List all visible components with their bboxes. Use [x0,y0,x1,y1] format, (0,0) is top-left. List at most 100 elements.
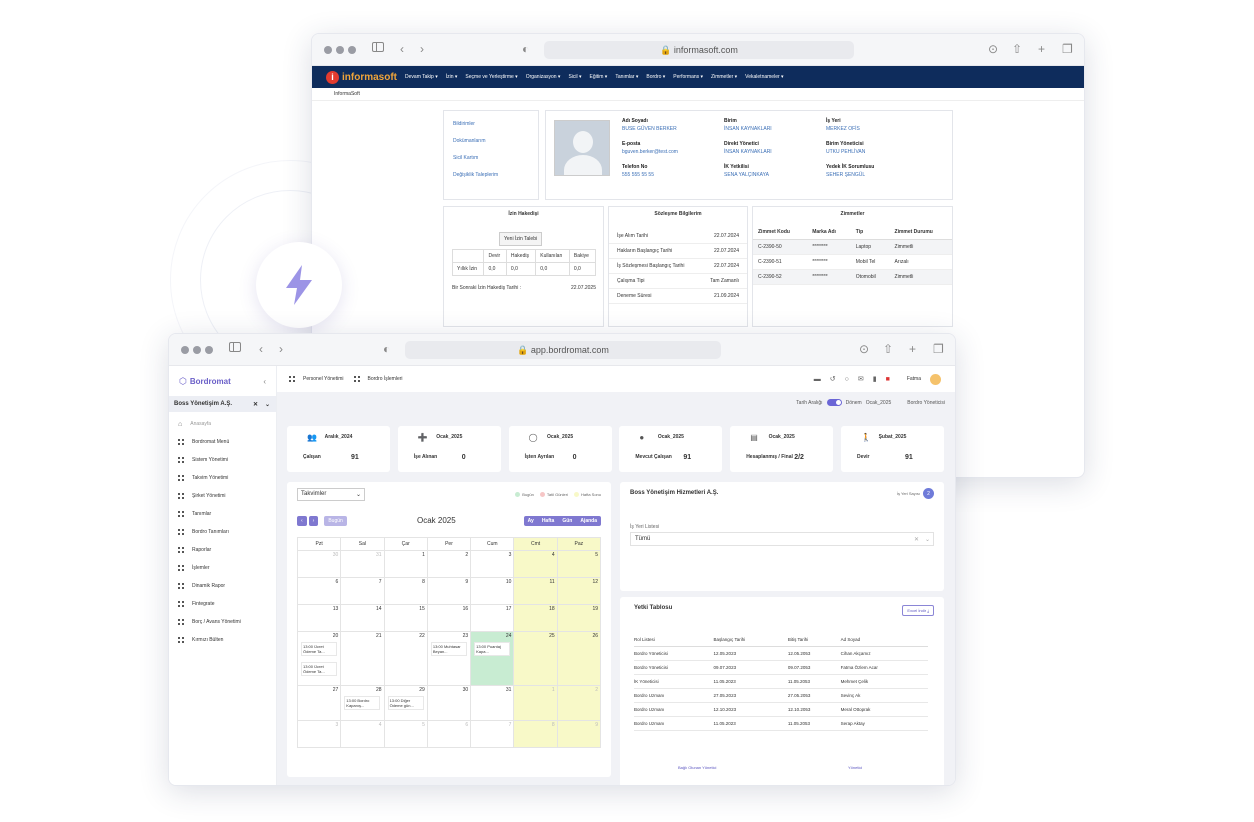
calendar-event[interactable]: 13:00 Ücret Ödeme Ta... [301,642,337,656]
stat-card[interactable]: ▤ Ocak_2025 Hesaplanmış / Final 2/2 [730,426,834,472]
calendar-event[interactable]: 13:00 Bordro Kapanış... [344,696,381,710]
calendar-day[interactable]: 7 [340,577,385,605]
sidebar-item[interactable]: İşlemler [169,559,276,577]
informasoft-logo[interactable]: i informasoft [326,70,397,84]
nav-item[interactable]: Devam Takip ▾ [405,74,438,80]
table-row[interactable]: İK Yöneticisi 11.05.2023 11.05.2053 Mehmet … [634,674,928,689]
table-row[interactable]: Bordro Yöneticisi 12.05.2023 12.05.2053 Cih… [634,646,928,661]
calendar-day[interactable]: 2 [426,550,472,578]
calendar-day[interactable]: 8 [383,577,428,605]
nav-item[interactable]: Sicil ▾ [568,74,581,80]
user-avatar[interactable] [930,373,941,385]
workplace-select[interactable]: Tümü ✕ ⌄ [630,532,934,546]
user-name[interactable]: Fatma [907,376,921,382]
nav-item[interactable]: İzin ▾ [446,74,458,80]
sidebar-toggle-icon[interactable] [372,42,384,52]
calendar-day[interactable]: 7 [470,720,515,749]
calendar-day[interactable]: 1 [383,550,428,578]
calendar-day[interactable]: 24 13:00 Puantaj Kapa... [470,631,515,686]
forward-icon[interactable]: › [420,42,424,56]
stat-card[interactable]: ➕ Ocak_2025 İşe Alınan 0 [397,426,501,472]
calendar-day[interactable]: 16 [426,604,472,632]
calendar-event[interactable]: 13:00 Puantaj Kapa... [474,642,511,656]
share-icon[interactable]: ⇧ [1012,42,1022,56]
manager-label[interactable]: Yönetici [848,765,862,770]
table-row[interactable]: C-2390-52 ******** Otomobil Zimmetli [753,269,952,285]
calendar-day[interactable]: 3 [470,550,515,578]
workplace-count-badge[interactable]: 2 [923,488,934,499]
calendar-day[interactable]: 10 [470,577,515,605]
stat-card[interactable]: 🚶 Şubat_2025 Devir 91 [841,426,944,472]
quick-link[interactable]: Dokümanlarım [453,138,486,144]
table-row[interactable]: Bordro Uzmanı 27.05.2023 27.05.2053 Sevinç … [634,688,928,703]
help-icon[interactable]: ○ [845,376,849,383]
calendar-day[interactable]: 20 13:00 Ücret Ödeme Ta... 13:00 Ücret Öde… [296,631,342,686]
tabs-icon[interactable]: ❐ [1062,42,1073,56]
calendar-day[interactable]: 9 [556,720,602,749]
calendar-day[interactable]: 8 [513,720,558,749]
field-value[interactable]: SEHER ŞENGÜL [826,172,874,178]
sidebar-item[interactable]: ⌂ Anasayfa [169,415,276,433]
calendar-day[interactable]: 31 [340,550,385,578]
calendar-day[interactable]: 15 [383,604,428,632]
stat-card[interactable]: ● Ocak_2025 Mevcut Çalışan 91 [619,426,723,472]
forward-icon[interactable]: › [279,342,283,356]
date-range-toggle[interactable] [826,399,842,406]
workplace-count-label[interactable]: İş Yeri Sayısı [897,491,920,496]
view-tab[interactable]: Ay [524,516,538,526]
sidebar-item[interactable]: Bordro Tanımları [169,523,276,541]
calendar-day[interactable]: 27 [296,684,342,722]
window-controls[interactable] [181,346,213,354]
calendar-day[interactable]: 13 [296,604,342,632]
field-value[interactable]: SENA YALÇINKAYA [724,172,769,178]
field-value[interactable]: BUSE GÜVEN BERKER [622,126,677,132]
chevron-down-icon[interactable]: ⌄ [925,536,930,543]
calendar-day[interactable]: 9 [426,577,472,605]
quick-link[interactable]: Değişiklik Taleplerim [453,172,498,178]
calendar-day[interactable]: 4 [513,550,558,578]
prev-month-button[interactable]: ‹ [297,516,307,526]
new-leave-request-button[interactable]: Yeni İzin Talebi [499,232,543,246]
calendar-day[interactable]: 2 [556,684,602,722]
nav-item[interactable]: Organizasyon ▾ [526,74,561,80]
calendar-day[interactable]: 6 [426,720,472,749]
sidebar-item[interactable]: Sistem Yönetimi [169,451,276,469]
view-tab[interactable]: Gün [558,516,576,526]
tab-personnel[interactable]: Personel Yönetimi [303,376,344,382]
calendar-day[interactable]: 26 [556,631,602,686]
next-month-button[interactable]: › [308,516,319,526]
field-value[interactable]: İNSAN KAYNAKLARI [724,149,772,155]
table-row[interactable]: Bordro Yöneticisi 09.07.2023 09.07.2053 Fat… [634,660,928,675]
calendar-day[interactable]: 12 [556,577,602,605]
nav-item[interactable]: Seçme ve Yerleştirme ▾ [465,74,517,80]
period-value[interactable]: Ocak_2025 [866,400,892,406]
excel-download-button[interactable]: Excel İndir ⤓ [902,605,934,616]
company-selector[interactable]: Boss Yönetişim A.Ş. ✕ ⌄ [169,396,276,412]
calendar-event[interactable]: 13:00 Diğer Ödeme gün... [387,696,424,710]
nav-item[interactable]: Tanımlar ▾ [615,74,638,80]
sidebar-toggle-icon[interactable] [229,342,241,352]
calendar-select[interactable]: Takvimler ⌄ [297,488,365,501]
field-value[interactable]: İNSAN KAYNAKLARI [724,126,772,132]
calendar-day[interactable]: 11 [513,577,558,605]
calendar-day[interactable]: 25 [513,631,558,686]
sidebar-item[interactable]: Kırmızı Bülten [169,631,276,649]
calendar-day[interactable]: 23 13:00 Muhtasar Beyan... [426,631,472,686]
chevron-down-icon[interactable]: ⌄ [265,401,270,408]
nav-item[interactable]: Vekaletnameler ▾ [745,74,783,80]
calendar-day[interactable]: 31 [470,684,515,722]
new-tab-icon[interactable]: + [909,342,916,356]
calendar-day[interactable]: 17 [470,604,515,632]
calendar-day[interactable]: 29 13:00 Diğer Ödeme gün... [383,684,428,722]
address-bar[interactable]: 🔒 informasoft.com [544,41,854,59]
calendar-day[interactable]: 5 [383,720,428,749]
quick-link[interactable]: Sicil Kartım [453,155,478,161]
calendar-day[interactable]: 21 [340,631,385,686]
address-bar[interactable]: 🔒 app.bordromat.com [405,341,721,359]
bordromat-logo[interactable]: Bordromat [190,377,231,386]
shield-icon[interactable]: ◐ [383,342,390,356]
share-icon[interactable]: ⇧ [883,342,893,356]
history-icon[interactable]: ↺ [830,375,836,383]
quick-link[interactable]: Bildirimler [453,121,475,127]
sidebar-item[interactable]: Fintegrate [169,595,276,613]
